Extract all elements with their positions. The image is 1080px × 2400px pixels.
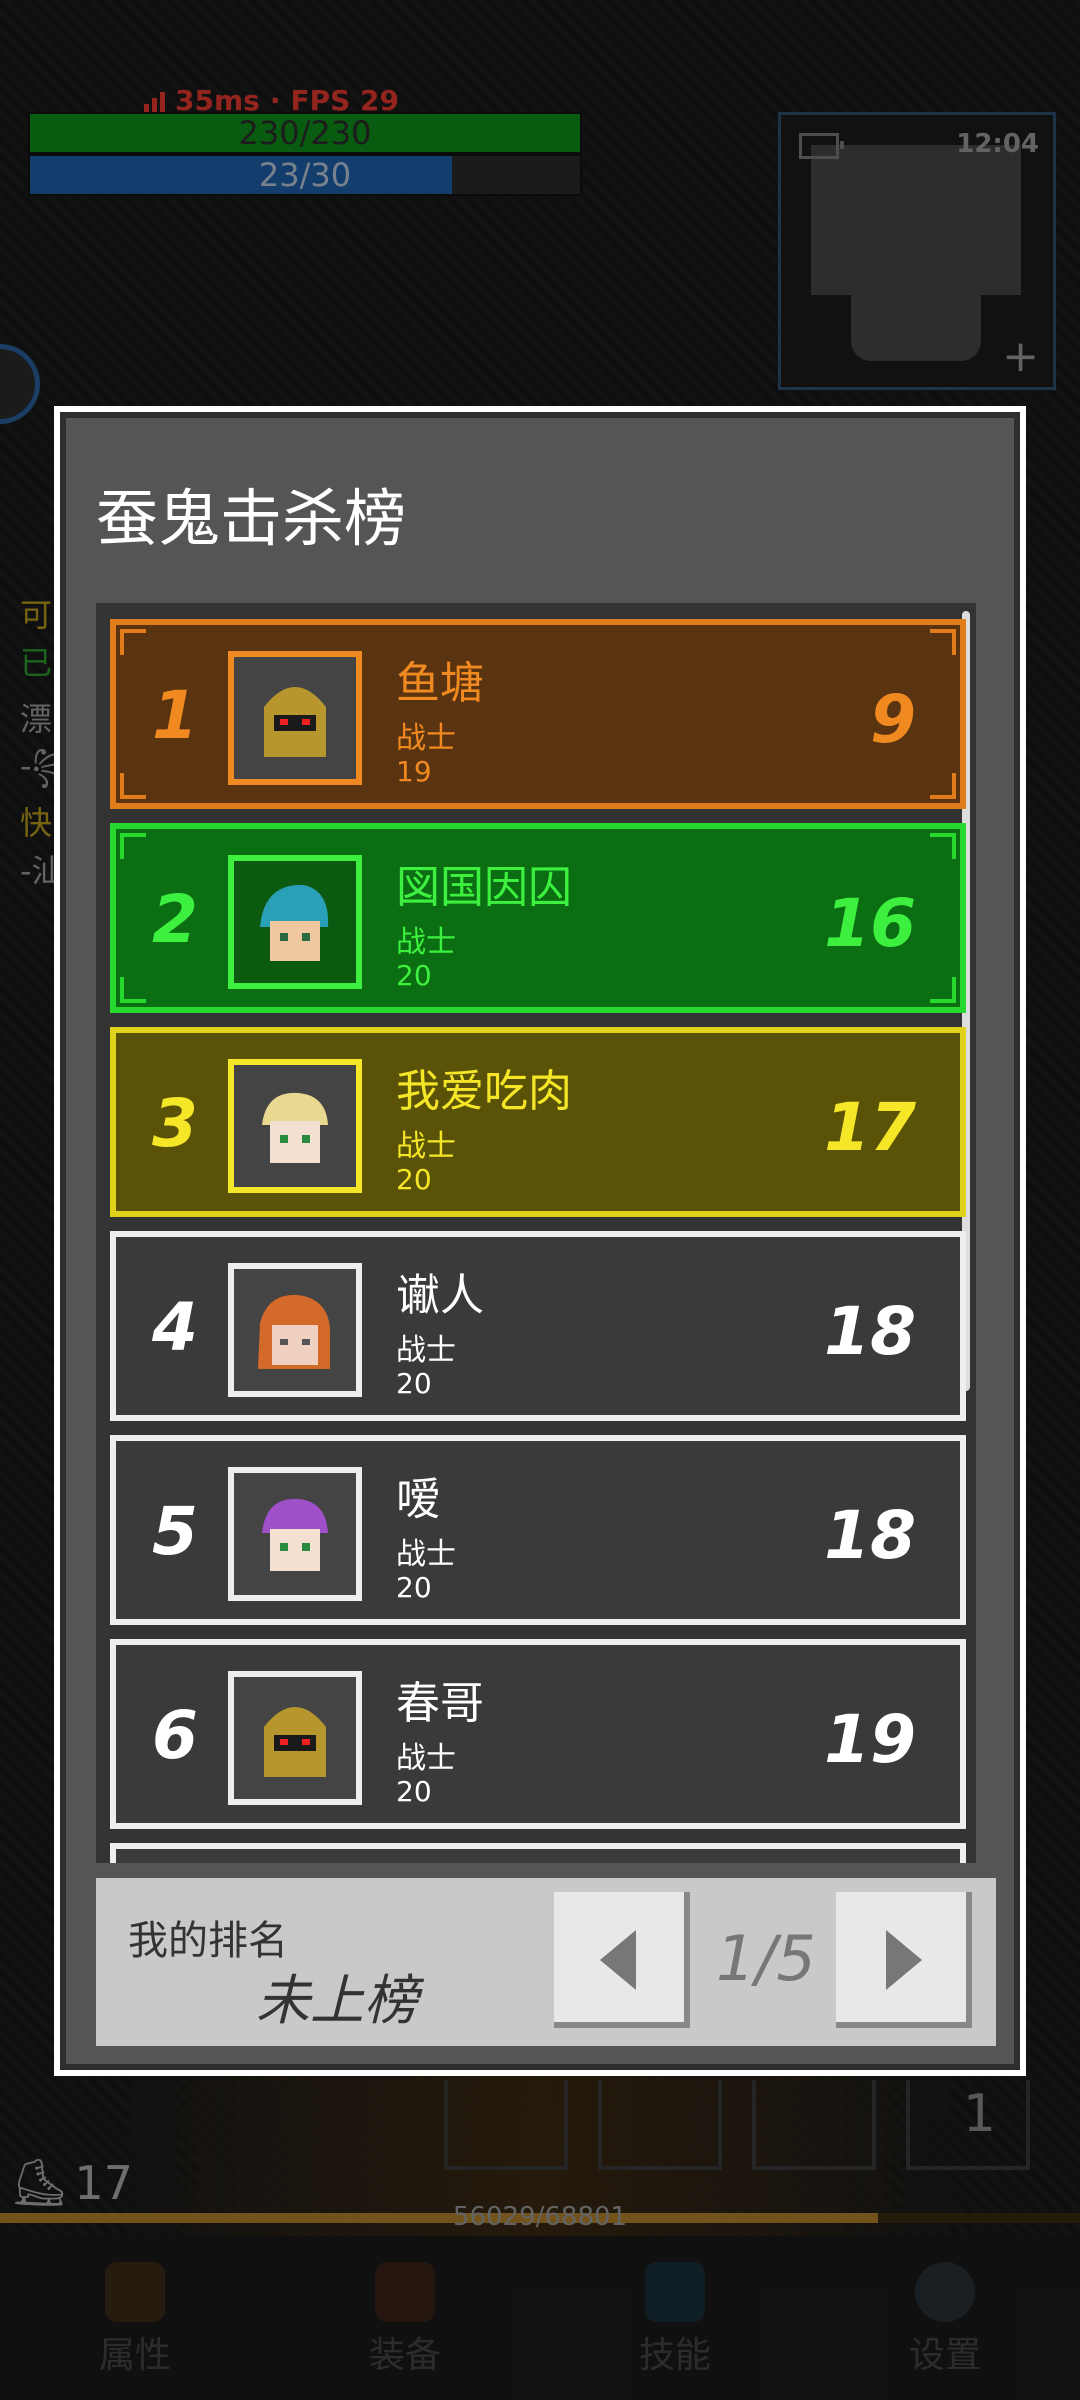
rank-number: 5: [152, 1493, 198, 1570]
player-name: 図国因囚: [396, 862, 572, 913]
my-rank-footer: 我的排名 未上榜 1/5: [96, 1878, 996, 2046]
kill-count: 19: [824, 1701, 916, 1778]
page-indicator: 1/5: [716, 1922, 816, 1995]
kill-count: 18: [824, 1497, 916, 1574]
next-page-button[interactable]: [836, 1892, 972, 2028]
player-level: 19: [396, 755, 432, 788]
my-rank-value: 未上榜: [256, 1969, 418, 2032]
player-level: 20: [396, 1571, 432, 1604]
player-level: 20: [396, 1163, 432, 1196]
player-name: 谳人: [396, 1270, 484, 1321]
player-class: 战士: [396, 1537, 456, 1572]
kill-count: 9: [870, 681, 916, 758]
rank-number: 6: [152, 1697, 198, 1774]
kill-count: 18: [824, 1293, 916, 1370]
player-class: 战士: [396, 1333, 456, 1368]
kill-count: 17: [824, 1089, 916, 1166]
leaderboard-row-partial[interactable]: [110, 1843, 966, 1863]
leaderboard-row[interactable]: 1 鱼塘 战士 19 9: [110, 619, 966, 809]
player-level: 20: [396, 1775, 432, 1808]
dialog-title: 蚕鬼击杀榜: [96, 482, 407, 555]
rank-number: 1: [152, 677, 198, 754]
player-class: 战士: [396, 1741, 456, 1776]
player-avatar: [228, 651, 362, 785]
player-name: 春哥: [396, 1678, 484, 1729]
rank-number: 2: [152, 881, 198, 958]
kill-count: 16: [824, 885, 916, 962]
prev-page-button[interactable]: [554, 1892, 690, 2028]
player-avatar: [228, 855, 362, 989]
player-class: 战士: [396, 925, 456, 960]
player-name: 鱼塘: [396, 658, 484, 709]
player-level: 20: [396, 1367, 432, 1400]
leaderboard-list[interactable]: 1 鱼塘 战士 19 9 2 図国因囚 战士 20 16 3 我爱吃肉 战士 2…: [96, 603, 976, 1863]
player-name: 嗳: [396, 1474, 440, 1525]
rank-number: 3: [152, 1085, 198, 1162]
player-avatar: [228, 1467, 362, 1601]
leaderboard-dialog: 蚕鬼击杀榜 1 鱼塘 战士 19 9 2 図国因囚 战士 20 16 3 我爱吃…: [54, 406, 1026, 2076]
arrow-left-icon: [600, 1930, 636, 1990]
player-avatar: [228, 1671, 362, 1805]
player-class: 战士: [396, 1129, 456, 1164]
player-name: 我爱吃肉: [396, 1066, 572, 1117]
player-class: 战士: [396, 721, 456, 756]
arrow-right-icon: [886, 1930, 922, 1990]
rank-number: 4: [152, 1289, 198, 1366]
leaderboard-row[interactable]: 4 谳人 战士 20 18: [110, 1231, 966, 1421]
player-avatar: [228, 1059, 362, 1193]
leaderboard-row[interactable]: 3 我爱吃肉 战士 20 17: [110, 1027, 966, 1217]
leaderboard-row[interactable]: 2 図国因囚 战士 20 16: [110, 823, 966, 1013]
player-level: 20: [396, 959, 432, 992]
leaderboard-row[interactable]: 6 春哥 战士 20 19: [110, 1639, 966, 1829]
leaderboard-row[interactable]: 5 嗳 战士 20 18: [110, 1435, 966, 1625]
player-avatar: [228, 1263, 362, 1397]
